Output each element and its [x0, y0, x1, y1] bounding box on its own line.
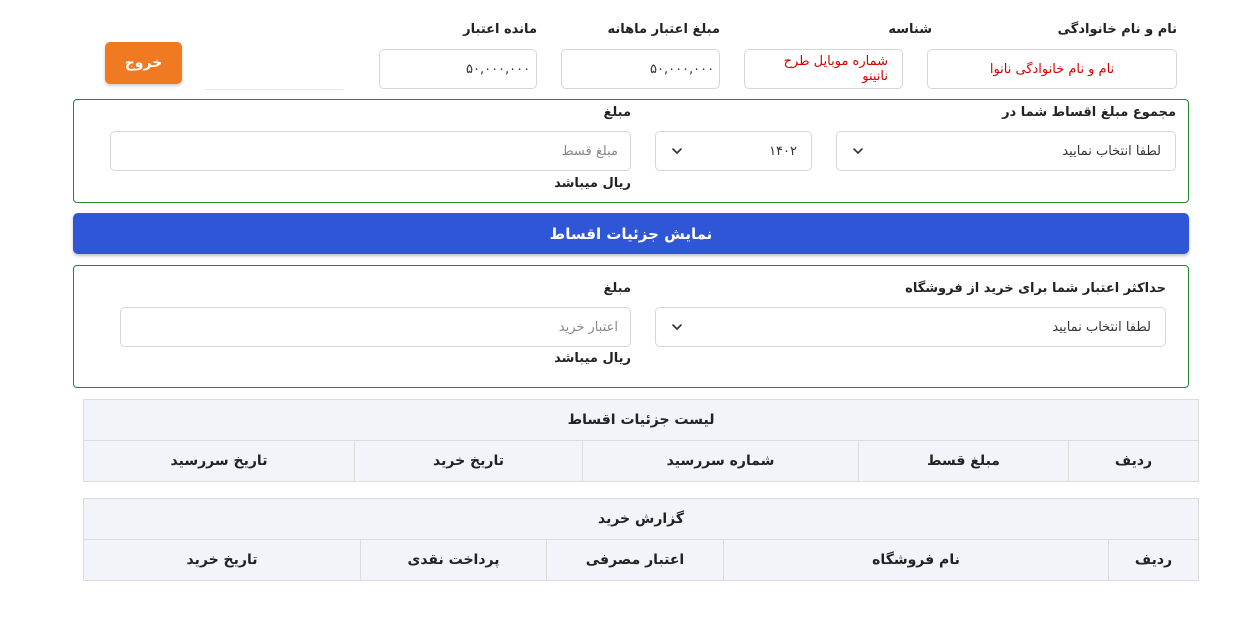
store-credit-amount-placeholder: اعتبار خرید: [558, 319, 618, 335]
column-header-cash-payment[interactable]: پرداخت نقدی: [360, 540, 546, 580]
installments-table-header: ردیف مبلغ قسط شماره سررسید تاریخ خرید تا…: [84, 441, 1198, 481]
chevron-down-icon: [670, 144, 684, 158]
identifier-field[interactable]: شماره موبایل طرح نانینو: [744, 49, 903, 89]
year-select[interactable]: ۱۴۰۲: [655, 131, 812, 171]
installment-amount-label: مبلغ: [603, 105, 631, 120]
store-select[interactable]: لطفا انتخاب نمایید: [655, 307, 1166, 347]
chevron-down-icon: [851, 144, 865, 158]
monthly-credit-label: مبلغ اعتبار ماهانه: [607, 22, 721, 37]
installment-unit-text: ریال میباشد: [554, 176, 631, 191]
purchase-report-title: گزارش خرید: [84, 499, 1198, 540]
chevron-down-icon: [670, 320, 684, 334]
month-select-value: لطفا انتخاب نمایید: [1062, 143, 1161, 159]
installments-table-title: لیست جزئیات اقساط: [84, 400, 1198, 441]
identifier-value: شماره موبایل طرح نانینو: [783, 54, 888, 84]
installment-amount-placeholder: مبلغ قسط: [561, 143, 618, 159]
installments-title: مجموع مبلغ اقساط شما در: [1002, 105, 1176, 120]
remaining-credit-label: مانده اعتبار: [463, 22, 537, 37]
month-select[interactable]: لطفا انتخاب نمایید: [836, 131, 1176, 171]
logout-button[interactable]: خروج: [105, 42, 182, 84]
fullname-label: نام و نام خانوادگی: [1057, 22, 1177, 37]
purchase-report-table: گزارش خرید ردیف نام فروشگاه اعتبار مصرفی…: [83, 498, 1199, 581]
store-credit-title: حداکثر اعتبار شما برای خرید از فروشگاه: [905, 281, 1166, 296]
column-header-installment-amount[interactable]: مبلغ قسط: [858, 441, 1068, 481]
monthly-credit-field[interactable]: ۵۰,۰۰۰,۰۰۰: [561, 49, 720, 89]
divider-line: [205, 89, 343, 90]
monthly-credit-value: ۵۰,۰۰۰,۰۰۰: [650, 61, 715, 77]
column-header-row-number[interactable]: ردیف: [1068, 441, 1198, 481]
fullname-value: نام و نام خانوادگی نانوا: [989, 61, 1115, 77]
column-header-store-name[interactable]: نام فروشگاه: [723, 540, 1108, 580]
store-select-value: لطفا انتخاب نمایید: [1052, 319, 1151, 335]
year-select-value: ۱۴۰۲: [769, 143, 797, 159]
store-credit-unit-text: ریال میباشد: [554, 351, 631, 366]
store-credit-amount-input[interactable]: اعتبار خرید: [120, 307, 631, 347]
purchase-report-header: ردیف نام فروشگاه اعتبار مصرفی پرداخت نقد…: [84, 540, 1198, 580]
column-header-purchase-date[interactable]: تاریخ خرید: [84, 540, 360, 580]
fullname-field[interactable]: نام و نام خانوادگی نانوا: [927, 49, 1177, 89]
column-header-purchase-date[interactable]: تاریخ خرید: [354, 441, 582, 481]
show-installment-details-button[interactable]: نمایش جزئیات اقساط: [73, 213, 1189, 254]
column-header-credit-used[interactable]: اعتبار مصرفی: [546, 540, 723, 580]
installments-table: لیست جزئیات اقساط ردیف مبلغ قسط شماره سر…: [83, 399, 1199, 482]
remaining-credit-field[interactable]: ۵۰,۰۰۰,۰۰۰: [379, 49, 537, 89]
column-header-due-number[interactable]: شماره سررسید: [582, 441, 858, 481]
column-header-due-date[interactable]: تاریخ سررسید: [84, 441, 354, 481]
store-credit-amount-label: مبلغ: [603, 281, 631, 296]
column-header-row-number[interactable]: ردیف: [1108, 540, 1198, 580]
installment-amount-input[interactable]: مبلغ قسط: [110, 131, 631, 171]
identifier-label: شناسه: [888, 22, 932, 37]
remaining-credit-value: ۵۰,۰۰۰,۰۰۰: [466, 61, 531, 77]
